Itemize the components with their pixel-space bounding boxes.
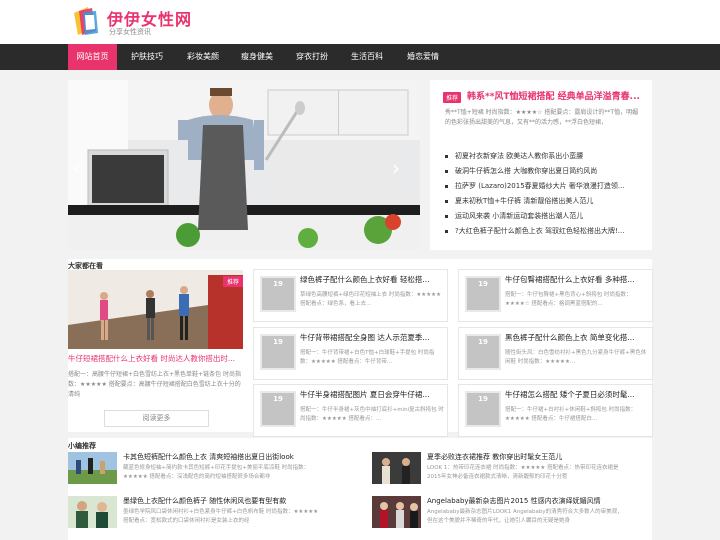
recommend-thumbnail[interactable] <box>68 496 117 528</box>
recommend-item[interactable]: Angelababy最新杂志图片2015 性感内衣演绎妩媚风情 Angelaba… <box>372 496 652 540</box>
news-list-item[interactable]: 初夏衬衣新穿法 欧美达人教你系出小蛮腰 <box>445 149 645 164</box>
recommend-item[interactable]: 卡其色短裤配什么颜色上衣 清爽短袖搭出夏日出街look 藏蓝色修身短袖+简约款卡… <box>68 452 358 498</box>
article-card[interactable]: 19 牛仔包臀裙搭配什么上衣好看 多种搭... 搭配一：牛仔包臀裙+黑色背心+斜… <box>458 269 653 322</box>
logo-icon[interactable] <box>70 5 102 39</box>
card-title[interactable]: 黑色裤子配什么颜色上衣 简单变化搭... <box>505 332 650 343</box>
news-list-item[interactable]: 拉萨罗 (Lazaro)2015春夏婚纱大片 奢华浪漫打造领... <box>445 179 645 194</box>
card-title[interactable]: 绿色裤子配什么颜色上衣好看 轻松搭... <box>300 274 445 285</box>
read-more-button[interactable]: 阅读更多 <box>104 410 209 427</box>
recommend-desc: Angelababy最新杂志图片LOOK1 Angelababy的清秀符合大多数… <box>427 509 623 524</box>
card-title[interactable]: 牛仔背带裙搭配全身图 达人示范夏季... <box>300 332 445 343</box>
card-thumbnail: 19 <box>260 391 296 427</box>
article-card[interactable]: 19 牛仔半身裙搭配图片 夏日会穿牛仔裙... 搭配一：牛仔半身裙+灰色中袖打底… <box>253 384 448 437</box>
article-card[interactable]: 19 黑色裤子配什么颜色上衣 简单变化搭... 随性街头风：白色雪纺衬衫+黑色九… <box>458 327 653 380</box>
recommend-title[interactable]: Angelababy最新杂志图片2015 性感内衣演绎妩媚风情 <box>427 496 617 506</box>
recommend-title[interactable]: 卡其色短裤配什么颜色上衣 清爽短袖搭出夏日出街look <box>123 452 313 462</box>
card-desc: 搭配一：牛仔裙+白衬衫+休闲鞋+斜挎包 时尚指数：★★★★★ 搭配看点：牛仔裙搭… <box>505 407 637 422</box>
nav-item-love[interactable]: 婚恋爱情 <box>397 44 449 70</box>
card-thumbnail: 19 <box>260 334 296 370</box>
card-thumbnail: 19 <box>465 276 501 312</box>
main-nav: 网站首页 护肤技巧 彩妆美颜 瘦身健美 穿衣打扮 生活百科 婚恋爱情 <box>0 44 720 70</box>
article-card[interactable]: 19 牛仔背带裙搭配全身图 达人示范夏季... 搭配一：牛仔背带裙+白色T恤+白… <box>253 327 448 380</box>
card-title[interactable]: 牛仔包臀裙搭配什么上衣好看 多种搭... <box>505 274 650 285</box>
card-thumbnail: 19 <box>260 276 296 312</box>
hero-prev-arrow[interactable]: ‹ <box>73 156 81 180</box>
card-desc: 随性街头风：白色雪纺衬衫+黑色九分紧身牛仔裤+黑色休闲鞋 时尚指数：★★★★★.… <box>505 350 647 365</box>
popular-section: 大家都在看 推荐 牛仔短裙搭配什么上衣好看 时尚达人教你搭出时... 搭配一：高… <box>68 259 653 437</box>
recommend-thumbnail[interactable] <box>372 496 421 528</box>
recommend-desc: 藏蓝色修身短袖+简约款卡其色短裤+印花手提包+美丽平底凉鞋 时尚指数：★★★★★… <box>123 465 310 480</box>
news-list-item[interactable]: 破洞牛仔裤怎么搭 大咖教你穿出夏日简约风尚 <box>445 164 645 179</box>
section-title: 小编推荐 <box>68 442 96 450</box>
recommend-item[interactable]: 夏季必败连衣裙推荐 教你穿出时髦女王范儿 LOOK 1：热带印花连衣裙 时尚指数… <box>372 452 652 498</box>
feature-badge: 推荐 <box>222 276 243 287</box>
recommend-desc: 墨绿色学院风口袋休闲衬衫+白色紧身牛仔裤+白色帆布鞋 时尚指数：★★★★★ 搭配… <box>123 509 319 524</box>
news-list: 初夏衬衣新穿法 欧美达人教你系出小蛮腰 破洞牛仔裤怎么搭 大咖教你穿出夏日简约风… <box>445 149 645 239</box>
hero-dots <box>258 240 279 250</box>
article-card[interactable]: 19 牛仔裙怎么搭配 矮个子夏日必须时髦... 搭配一：牛仔裙+白衬衫+休闲鞋+… <box>458 384 653 437</box>
feature-title[interactable]: 牛仔短裙搭配什么上衣好看 时尚达人教你搭出时... <box>68 353 246 364</box>
featured-news-panel: 推荐 韩系**风T恤短裙搭配 经典单品洋溢青春... 秀**T恤+短裙 时尚指数… <box>430 80 652 250</box>
editor-recommend-section: 小编推荐 卡其色短裤配什么颜色上衣 清爽短袖搭出夏日出街look 藏蓝色修身短袖… <box>68 438 652 540</box>
recommend-title[interactable]: 夏季必败连衣裙推荐 教你穿出时髦女王范儿 <box>427 452 617 462</box>
recommend-badge: 推荐 <box>443 92 462 103</box>
feature-image[interactable]: 推荐 <box>68 270 243 349</box>
card-thumbnail: 19 <box>465 391 501 427</box>
recommend-thumbnail[interactable] <box>68 452 117 484</box>
card-thumbnail: 19 <box>465 334 501 370</box>
news-list-item[interactable]: 运动风来袭 小清新运动套装搭出潮人范儿 <box>445 209 645 224</box>
recommend-title[interactable]: 墨绿色上衣配什么颜色裤子 随性休闲风也要有型有款 <box>123 496 313 506</box>
card-desc: 搭配一：牛仔背带裙+白色T恤+白球鞋+手提包 时尚指数：★★★★★ 搭配看点：牛… <box>300 350 435 365</box>
card-desc: 搭配一：牛仔半身裙+灰色中袖打底衫+mini复古斜挎包 时尚指数：★★★★★ 搭… <box>300 407 444 422</box>
card-title[interactable]: 牛仔半身裙搭配图片 夏日会穿牛仔裙... <box>300 389 445 400</box>
card-title[interactable]: 牛仔裙怎么搭配 矮个子夏日必须时髦... <box>505 389 650 400</box>
nav-item-fashion[interactable]: 穿衣打扮 <box>286 44 338 70</box>
recommend-desc: LOOK 1：热带印花连衣裙 时尚指数：★★★★★ 搭配看点：热带印花连衣裙是2… <box>427 465 619 480</box>
recommend-thumbnail[interactable] <box>372 452 421 484</box>
nav-item-fitness[interactable]: 瘦身健美 <box>231 44 283 70</box>
featured-news-title[interactable]: 韩系**风T恤短裙搭配 经典单品洋溢青春... <box>467 89 649 102</box>
site-subtitle: 分享女性资讯 <box>109 28 151 36</box>
article-card[interactable]: 19 绿色裤子配什么颜色上衣好看 轻松搭... 草绿色高腰短裤+绿色印花短袖上衣… <box>253 269 448 322</box>
nav-item-home[interactable]: 网站首页 <box>68 44 117 70</box>
feature-desc: 搭配一：高腰牛仔短裙+白色雪纺上衣+黑色单鞋+链条包 时尚指数：★★★★★ 搭配… <box>68 371 241 398</box>
hero-image <box>68 80 420 250</box>
page: 伊伊女性网 分享女性资讯 网站首页 护肤技巧 彩妆美颜 瘦身健美 穿衣打扮 生活… <box>0 0 720 540</box>
nav-item-makeup[interactable]: 彩妆美颜 <box>177 44 229 70</box>
featured-news-desc: 秀**T恤+短裙 时尚指数：★★★★☆ 搭配要点：露肩设计的**T恤，明媚的色彩… <box>445 109 639 126</box>
card-desc: 草绿色高腰短裤+绿色印花短袖上衣 时尚指数：★★★★★ 搭配看点：绿色系，看上去… <box>300 292 442 307</box>
nav-item-life[interactable]: 生活百科 <box>341 44 393 70</box>
news-list-item[interactable]: ?大红色裤子配什么颜色上衣 驾驭红色轻松搭出大牌!... <box>445 224 645 239</box>
nav-item-skincare[interactable]: 护肤技巧 <box>121 44 173 70</box>
hero-slider[interactable]: ‹ › <box>68 80 420 250</box>
site-header: 伊伊女性网 分享女性资讯 <box>0 0 720 44</box>
recommend-item[interactable]: 墨绿色上衣配什么颜色裤子 随性休闲风也要有型有款 墨绿色学院风口袋休闲衬衫+白色… <box>68 496 358 540</box>
hero-next-arrow[interactable]: › <box>392 156 400 180</box>
card-desc: 搭配一：牛仔包臀裙+黑色背心+斜挎包 时尚指数：★★★★☆ 搭配看点：格调黑蓝搭… <box>505 292 632 307</box>
news-list-item[interactable]: 夏末初秋T恤+牛仔裤 清新靓俗搭出美人范儿 <box>445 194 645 209</box>
